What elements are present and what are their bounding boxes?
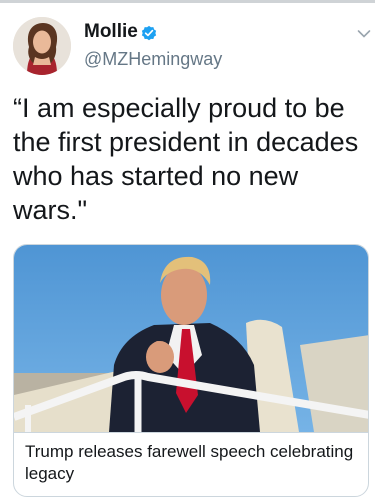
profile-photo-icon <box>13 17 71 75</box>
verified-badge-icon <box>141 25 157 41</box>
top-divider <box>0 0 375 3</box>
author-avatar[interactable] <box>13 17 71 75</box>
chevron-down-icon[interactable] <box>357 29 371 39</box>
author-handle[interactable]: @MZHemingway <box>84 49 222 70</box>
link-card[interactable]: Trump releases farewell speech celebrati… <box>13 244 369 497</box>
tweet-text: “I am especially proud to be the first p… <box>13 93 359 225</box>
card-divider <box>14 432 368 433</box>
news-photo-icon <box>14 245 368 432</box>
author-display-name[interactable]: Mollie <box>84 21 138 43</box>
card-title[interactable]: Trump releases farewell speech celebrati… <box>25 441 355 485</box>
